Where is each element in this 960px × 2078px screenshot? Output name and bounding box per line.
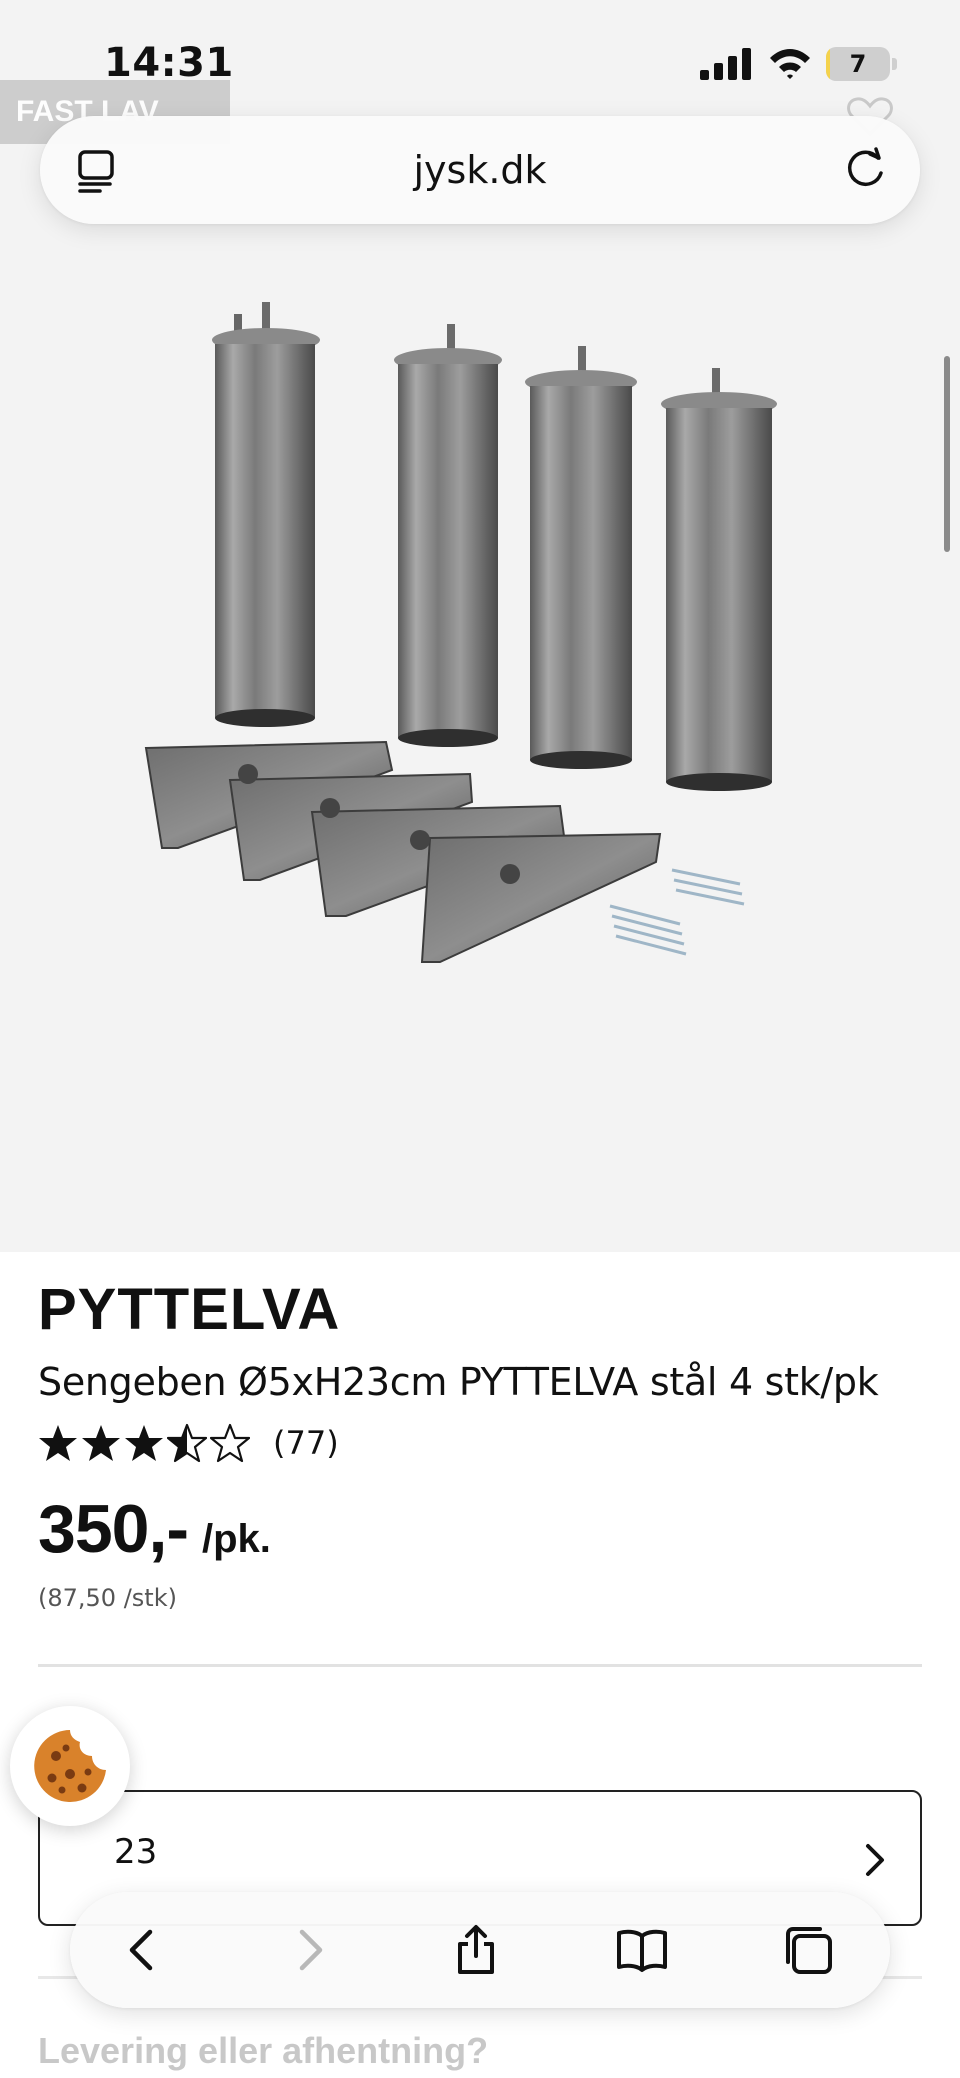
wifi-icon: [770, 49, 810, 79]
status-time: 14:31: [104, 40, 234, 86]
half-star-icon: [167, 1423, 207, 1463]
unit-price: (87,50 /stk): [38, 1584, 177, 1612]
battery-level: 7: [849, 50, 867, 78]
forward-icon: [299, 1929, 323, 1971]
battery-icon: 7: [826, 47, 898, 81]
empty-star-icon: [210, 1423, 250, 1463]
reload-icon[interactable]: [840, 144, 890, 194]
back-icon: [129, 1929, 153, 1971]
product-photo[interactable]: [140, 280, 800, 1000]
star-icon: [125, 1425, 163, 1461]
share-icon: [458, 1925, 494, 1974]
product-image-area[interactable]: FAST LAV PRIS 14:31 7 jysk.dk: [0, 0, 960, 1252]
address-bar[interactable]: jysk.dk: [40, 116, 920, 224]
bookmarks-button[interactable]: [610, 1918, 674, 1982]
rating[interactable]: (77): [38, 1420, 339, 1466]
divider: [38, 1664, 922, 1667]
product-description: Sengeben Ø5xH23cm PYTTELVA stål 4 stk/pk: [38, 1360, 879, 1404]
chevron-right-icon: [866, 1844, 884, 1876]
scroll-indicator[interactable]: [944, 356, 950, 552]
rating-count[interactable]: (77): [273, 1424, 339, 1462]
cookie-settings-button[interactable]: [10, 1706, 130, 1826]
star-icon: [39, 1425, 77, 1461]
browser-toolbar: [70, 1892, 890, 2008]
forward-button[interactable]: [276, 1918, 340, 1982]
bookmarks-icon: [617, 1929, 667, 1972]
product-title: PYTTELVA: [38, 1277, 341, 1342]
size-value: 23: [114, 1832, 158, 1872]
back-button[interactable]: [112, 1918, 176, 1982]
cookie-icon: [34, 1730, 106, 1802]
star-icon: [82, 1425, 120, 1461]
price: 350,- /pk.: [38, 1490, 271, 1568]
delivery-heading: Levering eller afhentning?: [38, 2030, 489, 2071]
price-value: 350,-: [38, 1491, 189, 1567]
signal-icon: [700, 48, 751, 80]
tabs-button[interactable]: [776, 1918, 840, 1982]
tabs-icon: [786, 1927, 832, 1974]
url-text[interactable]: jysk.dk: [40, 116, 920, 224]
price-unit: /pk.: [202, 1517, 271, 1561]
share-button[interactable]: [444, 1918, 508, 1982]
